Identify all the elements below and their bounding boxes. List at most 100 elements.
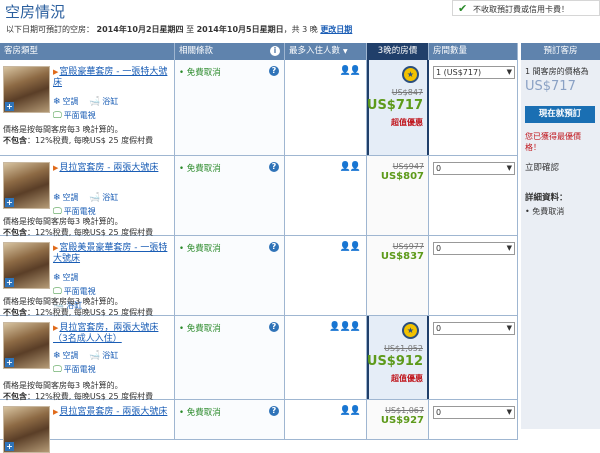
room-type-cell: + ▶貝拉宮套房，兩張大號床（3名成人入住） ❄ 空調 🛁 浴缸 🖵 平面電視 …	[0, 316, 175, 401]
amenity: ❄ 空調	[53, 350, 79, 361]
amenity-label: 浴缸	[102, 97, 119, 106]
occupancy-cell: 👤👤👤	[285, 316, 367, 399]
room-name-link[interactable]: ▶宮殿豪華套房 - 一張特大號床	[53, 67, 171, 89]
chevron-down-icon: ▼	[506, 244, 512, 252]
terms-cell: • 免費取消 ?	[175, 316, 285, 399]
room-name-link[interactable]: ▶貝拉宮景套房 - 兩張大號床	[53, 407, 171, 418]
checkin-date: 2014年10月2日星期四	[96, 25, 184, 34]
details-title: 詳細資料：	[525, 193, 568, 203]
help-icon[interactable]: ?	[269, 322, 279, 332]
expand-icon[interactable]: +	[5, 102, 14, 111]
original-price: US$1,067	[385, 406, 424, 415]
room-quantity-select[interactable]: 0 ▼	[433, 162, 515, 175]
change-dates-link[interactable]: 更改日期	[320, 25, 352, 34]
book-now-button[interactable]: 現在就預訂	[525, 106, 595, 123]
room-name-link[interactable]: ▶貝拉宮套房，兩張大號床（3名成人入住）	[53, 323, 171, 345]
deal-label: 超值優惠	[391, 118, 423, 127]
free-cancellation: • 免費取消	[179, 244, 221, 254]
header-price[interactable]: 3晚的房價	[367, 43, 429, 60]
excluded-label: 不包含	[3, 136, 27, 145]
amenity: 🖵 平面電視	[53, 364, 96, 375]
room-name[interactable]: 宮殿豪華套房 - 一張特大號床	[53, 67, 167, 88]
room-photo[interactable]: +	[3, 322, 50, 369]
instant-confirm: 立即確認	[525, 163, 560, 173]
occupancy-cell: 👤👤	[285, 400, 367, 439]
help-icon[interactable]: ?	[269, 406, 279, 416]
amenity-label: 浴缸	[102, 351, 119, 360]
price-cell: US$1,067 US$927	[367, 400, 429, 439]
discount-price: US$837	[380, 251, 424, 262]
deal-label: 超值優惠	[391, 374, 423, 383]
price-note-text: 價格是按每間客房每3 晚計算的。	[3, 217, 123, 226]
room-quantity-select[interactable]: 0 ▼	[433, 322, 515, 335]
help-icon[interactable]: ?	[269, 66, 279, 76]
snowflake-icon: ❄	[53, 350, 61, 361]
quantity-cell: 0 ▼	[429, 236, 518, 315]
free-cancellation: • 免費取消	[179, 68, 221, 78]
expand-icon[interactable]: +	[5, 358, 14, 367]
info-icon[interactable]: i	[270, 46, 280, 56]
room-name[interactable]: 貝拉宮景套房 - 兩張大號床	[59, 407, 167, 417]
snowflake-icon: ❄	[53, 192, 61, 203]
header-max-occupancy[interactable]: 最多入住人數 ▼	[285, 43, 367, 60]
price-note: 價格是按每間客房每3 晚計算的。 不包含：12%稅費, 每晚US$ 25 度假村…	[3, 124, 175, 146]
expand-icon[interactable]: +	[5, 442, 14, 451]
room-quantity-select[interactable]: 0 ▼	[433, 242, 515, 255]
price-note-text: 價格是按每間客房每3 晚計算的。	[3, 125, 123, 134]
room-name[interactable]: 貝拉宮套房，兩張大號床（3名成人入住）	[53, 323, 158, 344]
arrow-icon: ▶	[53, 164, 59, 172]
quantity-value: 0	[436, 164, 442, 173]
discount-price: US$927	[380, 415, 424, 426]
booking-total: US$717	[525, 79, 576, 94]
arrow-icon: ▶	[53, 68, 59, 76]
amenity: 🖵 平面電視	[53, 110, 96, 121]
header-terms: 相關條款 i	[175, 43, 285, 60]
expand-icon[interactable]: +	[5, 198, 14, 207]
room-name-link[interactable]: ▶宮殿美景豪華套房 - 一張特大號床	[53, 243, 171, 265]
original-price: US$1,052	[384, 344, 423, 353]
notice-text: 不收取預訂費或信用卡費！	[473, 5, 569, 14]
chevron-down-icon: ▼	[506, 408, 512, 416]
terms-cell: • 免費取消 ?	[175, 156, 285, 235]
discount-price: US$807	[380, 171, 424, 182]
excluded-fees: ：12%稅費, 每晚US$ 25 度假村費	[27, 136, 154, 145]
room-photo[interactable]: +	[3, 162, 50, 209]
people-icon: 👤👤👤	[329, 322, 361, 332]
original-price: US$847	[391, 88, 423, 97]
price-note-text: 價格是按每間客房每3 晚計算的。	[3, 297, 123, 306]
room-photo[interactable]: +	[3, 242, 50, 289]
amenity: ❄ 空調	[53, 192, 79, 203]
check-icon: ✔	[458, 2, 468, 15]
room-name-link[interactable]: ▶貝拉宮套房 - 兩張大號床	[53, 163, 171, 174]
room-quantity-select[interactable]: 0 ▼	[433, 406, 515, 419]
people-icon: 👤👤	[339, 242, 361, 252]
header-quantity: 房間數量	[429, 43, 518, 60]
checkout-date: 2014年10月5日星期日	[196, 25, 284, 34]
people-icon: 👤👤	[339, 162, 361, 172]
table-row: + ▶貝拉宮套房 - 兩張大號床 ❄ 空調 🛁 浴缸 🖵 平面電視 價格是按每間…	[0, 156, 518, 237]
price-note-text: 價格是按每間客房每3 晚計算的。	[3, 381, 123, 390]
deal-badge-icon: ★	[402, 322, 419, 339]
room-name[interactable]: 宮殿美景豪華套房 - 一張特大號床	[53, 243, 167, 264]
booking-summary: 1 間客房的價格為	[525, 67, 589, 76]
help-icon[interactable]: ?	[269, 162, 279, 172]
amenity-label: 平面電視	[63, 111, 96, 120]
room-photo[interactable]: +	[3, 406, 50, 453]
booking-panel-header: 預訂客房	[521, 43, 600, 60]
quantity-value: 0	[436, 408, 442, 417]
room-quantity-select[interactable]: 1 (US$717) ▼	[433, 66, 515, 79]
amenity: 🛁 浴缸	[89, 96, 118, 107]
help-icon[interactable]: ?	[269, 242, 279, 252]
chevron-down-icon: ▼	[506, 164, 512, 172]
quantity-cell: 0 ▼	[429, 316, 518, 399]
details-free-cancel: • 免費取消	[525, 207, 565, 216]
free-cancellation: • 免費取消	[179, 324, 221, 334]
free-cancellation: • 免費取消	[179, 408, 221, 418]
table-row: + ▶貝拉宮景套房 - 兩張大號床 • 免費取消 ? 👤👤 US$1,067 U…	[0, 400, 518, 453]
room-photo[interactable]: +	[3, 66, 50, 113]
room-name[interactable]: 貝拉宮套房 - 兩張大號床	[59, 163, 158, 173]
table-row: + ▶宮殿美景豪華套房 - 一張特大號床 ❄ 空調 🖵 平面電視 🛁 浴缸 價格…	[0, 236, 518, 317]
sort-icon: ▼	[343, 48, 348, 55]
room-type-cell: + ▶宮殿美景豪華套房 - 一張特大號床 ❄ 空調 🖵 平面電視 🛁 浴缸 價格…	[0, 236, 175, 317]
expand-icon[interactable]: +	[5, 278, 14, 287]
